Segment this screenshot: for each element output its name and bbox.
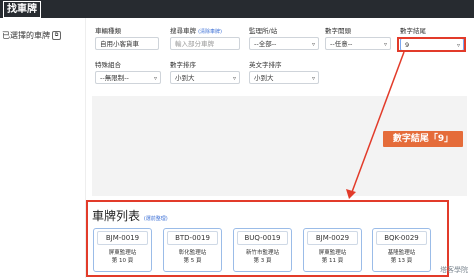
plate-station: 屏東監理站	[318, 250, 347, 256]
plate-number: BJM-0029	[307, 231, 358, 245]
plate-list-title: 車牌列表	[92, 209, 141, 223]
plate-card[interactable]: BJM-0029 屏東監理站 第 11 頁	[303, 228, 362, 272]
plate-station: 彰化監理站	[178, 250, 207, 256]
plate-station: 新竹市監理站	[245, 250, 279, 256]
plate-number: BQK-0029	[376, 231, 427, 245]
plate-page: 第 10 頁	[111, 258, 134, 264]
plate-card[interactable]: BJM-0019 屏東監理站 第 10 頁	[93, 228, 152, 272]
plate-page: 第 3 頁	[253, 258, 272, 264]
plate-card[interactable]: BUQ-0019 新竹市監理站 第 3 頁	[233, 228, 292, 272]
plate-list-header: 車牌列表 (選前整理)	[92, 207, 168, 224]
plate-page: 第 11 頁	[321, 258, 344, 264]
plate-card[interactable]: BQK-0029 基隆監理站 第 13 頁	[372, 228, 431, 272]
plate-page: 第 13 頁	[390, 258, 413, 264]
plate-number: BTD-0019	[167, 231, 218, 245]
plate-number: BJM-0019	[97, 231, 148, 245]
annotation-callout: 數字結尾「9」	[383, 131, 463, 147]
plate-station: 屏東監理站	[108, 250, 137, 256]
watermark: 塔客學院	[440, 266, 468, 274]
plate-page: 第 5 頁	[183, 258, 202, 264]
plate-card[interactable]: BTD-0019 彰化監理站 第 5 頁	[163, 228, 222, 272]
plate-station: 基隆監理站	[387, 250, 416, 256]
plate-number: BUQ-0019	[237, 231, 288, 245]
plate-list-hint[interactable]: (選前整理)	[144, 216, 168, 222]
